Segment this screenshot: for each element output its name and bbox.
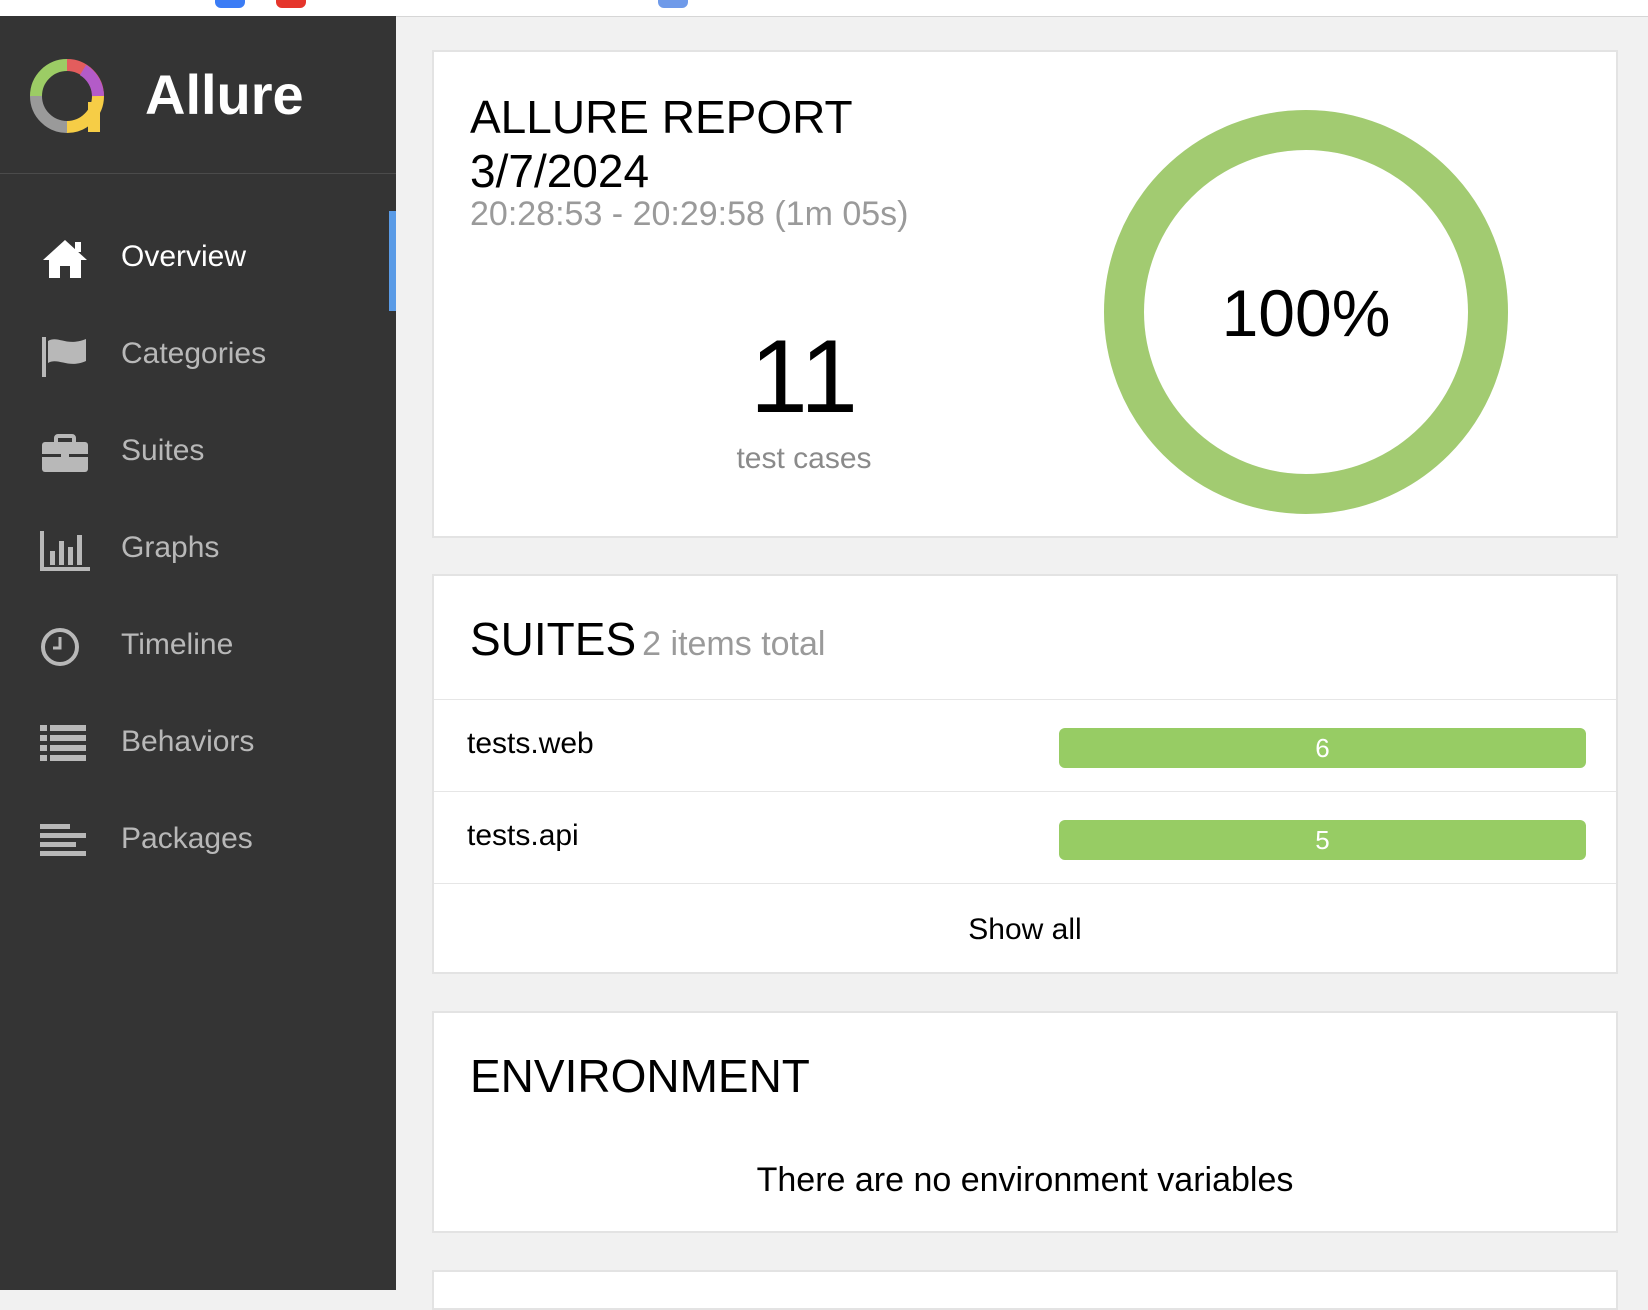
sidebar-item-label: Behaviors (121, 725, 255, 758)
sidebar-item-label: Timeline (121, 628, 234, 661)
sidebar-item-timeline[interactable]: Timeline (0, 599, 396, 695)
sidebar-item-label: Graphs (121, 531, 220, 564)
environment-empty-message: There are no environment variables (756, 1161, 1294, 1199)
sidebar: Allure Overview Categories Suites Graphs… (0, 16, 396, 1290)
success-rate-donut[interactable]: 100% (1104, 110, 1508, 514)
test-count-label: test cases (736, 442, 872, 475)
suite-name: tests.api (467, 819, 579, 852)
active-indicator (389, 211, 396, 311)
sidebar-item-behaviors[interactable]: Behaviors (0, 696, 396, 792)
report-date: 3/7/2024 (470, 145, 650, 197)
suite-row[interactable]: tests.web 6 (434, 699, 1616, 792)
test-count: 11 (750, 319, 858, 435)
suite-passed-bar[interactable]: 5 (1059, 820, 1586, 860)
environment-widget: ENVIRONMENT There are no environment var… (432, 1011, 1618, 1233)
show-all-link[interactable]: Show all (434, 883, 1616, 976)
flag-icon (42, 337, 86, 377)
clock-icon (41, 628, 79, 666)
environment-title: ENVIRONMENT (470, 1050, 810, 1102)
suite-row[interactable]: tests.api 5 (434, 791, 1616, 884)
suites-title: SUITES 2 items total (470, 612, 825, 666)
bar-chart-icon (40, 531, 90, 571)
suites-title-text: SUITES (470, 613, 637, 665)
report-title-text: ALLURE REPORT (470, 91, 853, 143)
next-widget (432, 1270, 1618, 1310)
suite-name: tests.web (467, 727, 594, 760)
bookmark-favicon[interactable] (215, 0, 245, 8)
sidebar-item-suites[interactable]: Suites (0, 405, 396, 501)
list-icon (40, 725, 86, 761)
sidebar-item-packages[interactable]: Packages (0, 793, 396, 889)
sidebar-item-graphs[interactable]: Graphs (0, 502, 396, 598)
sidebar-item-label: Packages (121, 822, 253, 855)
report-title: ALLURE REPORT 3/7/2024 (470, 90, 853, 198)
bookmark-favicon[interactable] (658, 0, 688, 8)
suite-passed-bar[interactable]: 6 (1059, 728, 1586, 768)
app-title: Allure (145, 63, 304, 126)
suites-widget: SUITES 2 items total tests.web 6 tests.ap… (432, 574, 1618, 974)
brand-header: Allure (0, 16, 396, 174)
bookmark-favicon[interactable] (276, 0, 306, 8)
success-rate-label: 100% (1222, 276, 1391, 350)
sidebar-item-label: Categories (121, 337, 267, 370)
report-time-range: 20:28:53 - 20:29:58 (1m 05s) (470, 195, 909, 233)
sidebar-item-label: Overview (121, 240, 247, 273)
home-icon (43, 240, 87, 278)
sidebar-item-categories[interactable]: Categories (0, 308, 396, 404)
suites-count: 2 items total (642, 625, 826, 663)
briefcase-icon (42, 434, 88, 472)
align-left-icon (40, 824, 86, 856)
bookmarks-bar (0, 0, 1648, 17)
allure-logo-icon (30, 59, 104, 133)
sidebar-item-label: Suites (121, 434, 205, 467)
sidebar-item-overview[interactable]: Overview (0, 211, 396, 311)
summary-widget: ALLURE REPORT 3/7/2024 20:28:53 - 20:29:… (432, 50, 1618, 538)
